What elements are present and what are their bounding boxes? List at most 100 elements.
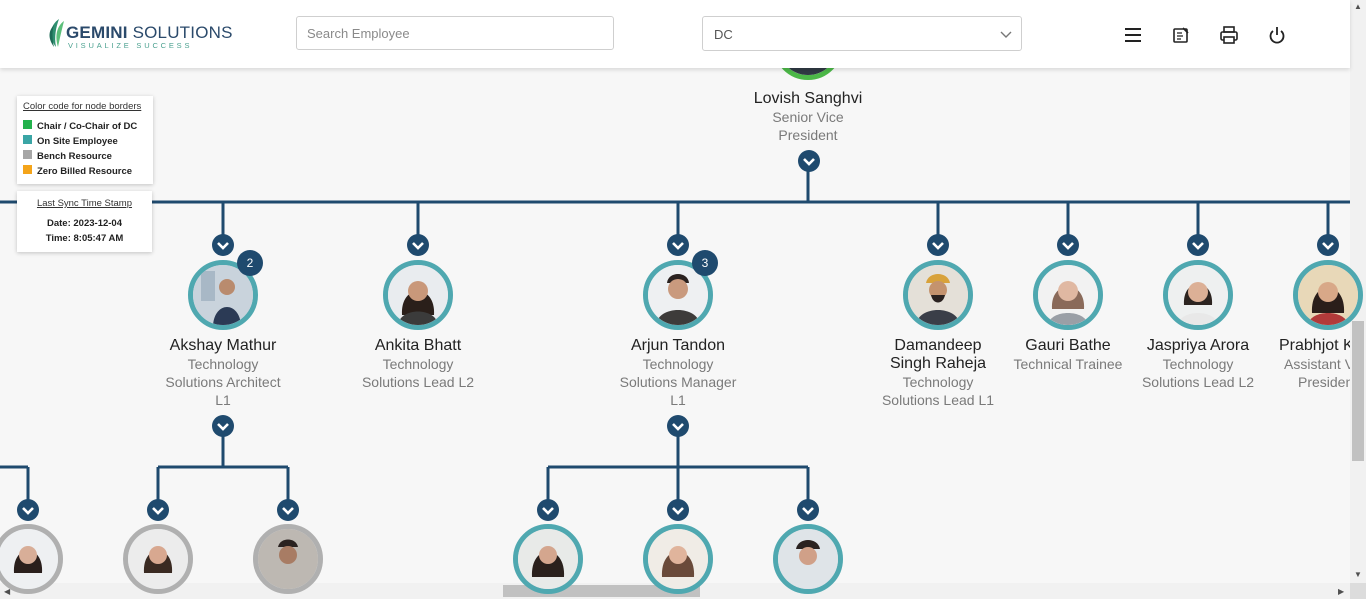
note-edit-icon[interactable] — [1170, 24, 1192, 46]
employee-node-ankita[interactable]: Ankita Bhatt Technology Solutions Lead L… — [353, 337, 483, 391]
legend-item-onsite: On Site Employee — [23, 135, 118, 147]
collapse-toggle-icon[interactable] — [797, 149, 821, 173]
employee-designation: Solutions Lead L2 — [1141, 374, 1255, 390]
last-sync-panel: Last Sync Time Stamp Date: 2023-12-04 Ti… — [17, 191, 152, 252]
employee-designation: Technology — [187, 356, 259, 372]
sync-title: Last Sync Time Stamp — [36, 198, 133, 209]
collapse-toggle-icon[interactable] — [666, 414, 690, 438]
employee-node-damandeep[interactable]: Damandeep Singh Raheja Technology Soluti… — [873, 337, 1003, 409]
employee-name: Damandeep — [894, 337, 982, 354]
employee-designation: L1 — [670, 392, 686, 408]
avatar-grandchild[interactable] — [513, 524, 583, 594]
collapse-toggle-icon[interactable] — [666, 233, 690, 257]
employee-designation: Technology — [902, 374, 974, 390]
dc-dropdown-value: DC — [714, 27, 733, 42]
avatar-grandchild[interactable] — [643, 524, 713, 594]
employee-name: Jaspriya Arora — [1146, 337, 1250, 354]
menu-icon[interactable] — [1122, 24, 1144, 46]
vertical-scrollbar-thumb[interactable] — [1352, 321, 1364, 461]
legend-title: Color code for node borders — [23, 101, 142, 112]
employee-node-arjun[interactable]: Arjun Tandon Technology Solutions Manage… — [613, 337, 743, 409]
employee-node-gauri[interactable]: Gauri Bathe Technical Trainee — [1003, 337, 1133, 373]
employee-designation: Technology — [642, 356, 714, 372]
legend-swatch — [23, 150, 32, 159]
legend-label: On Site Employee — [37, 136, 118, 147]
employee-name: Akshay Mathur — [169, 337, 277, 354]
employee-designation: Senior Vice — [772, 109, 844, 125]
employee-name: Gauri Bathe — [1025, 337, 1111, 354]
scrollbar-corner — [1350, 583, 1366, 599]
employee-designation: President — [778, 127, 838, 143]
employee-designation: L1 — [215, 392, 231, 408]
scroll-right-arrow-icon[interactable]: ▶ — [1338, 587, 1344, 596]
legend-item-zero-billed: Zero Billed Resource — [23, 165, 132, 177]
logo-main-text: GEMINI — [66, 23, 128, 42]
collapse-toggle-icon[interactable] — [16, 498, 40, 522]
collapse-toggle-icon[interactable] — [926, 233, 950, 257]
employee-name: Ankita Bhatt — [374, 337, 462, 354]
printer-icon[interactable] — [1218, 24, 1240, 46]
avatar-ankita[interactable] — [383, 260, 453, 330]
avatar-grandchild[interactable] — [123, 524, 193, 594]
avatar-damandeep[interactable] — [903, 260, 973, 330]
avatar-grandchild[interactable] — [253, 524, 323, 594]
employee-designation: Solutions Architect — [165, 374, 281, 390]
reportee-count-badge: 3 — [692, 250, 718, 276]
sync-time: Time: 8:05:47 AM — [45, 233, 124, 244]
legend-swatch — [23, 120, 32, 129]
collapse-toggle-icon[interactable] — [211, 233, 235, 257]
collapse-toggle-icon[interactable] — [536, 498, 560, 522]
employee-name: Prabhjot K — [1279, 337, 1350, 354]
employee-designation: Solutions Lead L1 — [881, 392, 995, 408]
collapse-toggle-icon[interactable] — [276, 498, 300, 522]
avatar-jaspriya[interactable] — [1163, 260, 1233, 330]
employee-node-jaspriya[interactable]: Jaspriya Arora Technology Solutions Lead… — [1133, 337, 1263, 391]
collapse-toggle-icon[interactable] — [666, 498, 690, 522]
collapse-toggle-icon[interactable] — [146, 498, 170, 522]
avatar-prabhjot[interactable] — [1293, 260, 1363, 330]
employee-node-prabhjot[interactable]: Prabhjot K Assistant V Presiden — [1263, 337, 1350, 391]
employee-name: Arjun Tandon — [631, 337, 725, 354]
employee-designation: Technology — [382, 356, 454, 372]
sync-date: Date: 2023-12-04 — [47, 218, 122, 229]
scroll-up-arrow-icon[interactable]: ▲ — [1354, 2, 1362, 11]
logo-tagline: VISUALIZE SUCCESS — [68, 41, 193, 50]
node-border-legend: Color code for node borders Chair / Co-C… — [17, 96, 153, 184]
logo-sub-text: SOLUTIONS — [132, 23, 233, 42]
employee-designation: Assistant V — [1284, 356, 1350, 372]
logo-wordmark: GEMINI SOLUTIONS — [66, 23, 233, 43]
collapse-toggle-icon[interactable] — [796, 498, 820, 522]
employee-designation: Technical Trainee — [1013, 356, 1123, 372]
employee-designation: Presiden — [1298, 374, 1350, 390]
legend-label: Bench Resource — [37, 151, 112, 162]
legend-swatch — [23, 135, 32, 144]
collapse-toggle-icon[interactable] — [211, 414, 235, 438]
avatar-gauri[interactable] — [1033, 260, 1103, 330]
legend-item-chair: Chair / Co-Chair of DC — [23, 120, 137, 132]
collapse-toggle-icon[interactable] — [406, 233, 430, 257]
collapse-toggle-icon[interactable] — [1316, 233, 1340, 257]
search-employee-input[interactable] — [296, 16, 614, 50]
legend-item-bench: Bench Resource — [23, 150, 112, 162]
employee-node-akshay[interactable]: Akshay Mathur Technology Solutions Archi… — [158, 337, 288, 409]
employee-node-lovish[interactable]: Lovish Sanghvi Senior Vice President — [743, 90, 873, 144]
legend-label: Chair / Co-Chair of DC — [37, 121, 138, 132]
legend-label: Zero Billed Resource — [37, 166, 133, 177]
app-header: GEMINI SOLUTIONS VISUALIZE SUCCESS DC — [0, 0, 1350, 68]
employee-designation: Technology — [1162, 356, 1234, 372]
reportee-count-badge: 2 — [237, 250, 263, 276]
collapse-toggle-icon[interactable] — [1056, 233, 1080, 257]
collapse-toggle-icon[interactable] — [1186, 233, 1210, 257]
chevron-down-icon — [1000, 31, 1012, 38]
employee-name: Lovish Sanghvi — [753, 90, 863, 107]
gemini-solutions-logo[interactable]: GEMINI SOLUTIONS VISUALIZE SUCCESS — [46, 17, 232, 51]
leaf-logo-icon — [49, 19, 64, 47]
employee-designation: Solutions Lead L2 — [361, 374, 475, 390]
power-icon[interactable] — [1266, 24, 1288, 46]
employee-designation: Solutions Manager — [619, 374, 737, 390]
legend-swatch — [23, 165, 32, 174]
dc-dropdown[interactable]: DC — [702, 16, 1022, 51]
employee-name: Singh Raheja — [889, 355, 987, 372]
avatar-grandchild[interactable] — [773, 524, 843, 594]
scroll-down-arrow-icon[interactable]: ▼ — [1354, 570, 1362, 579]
